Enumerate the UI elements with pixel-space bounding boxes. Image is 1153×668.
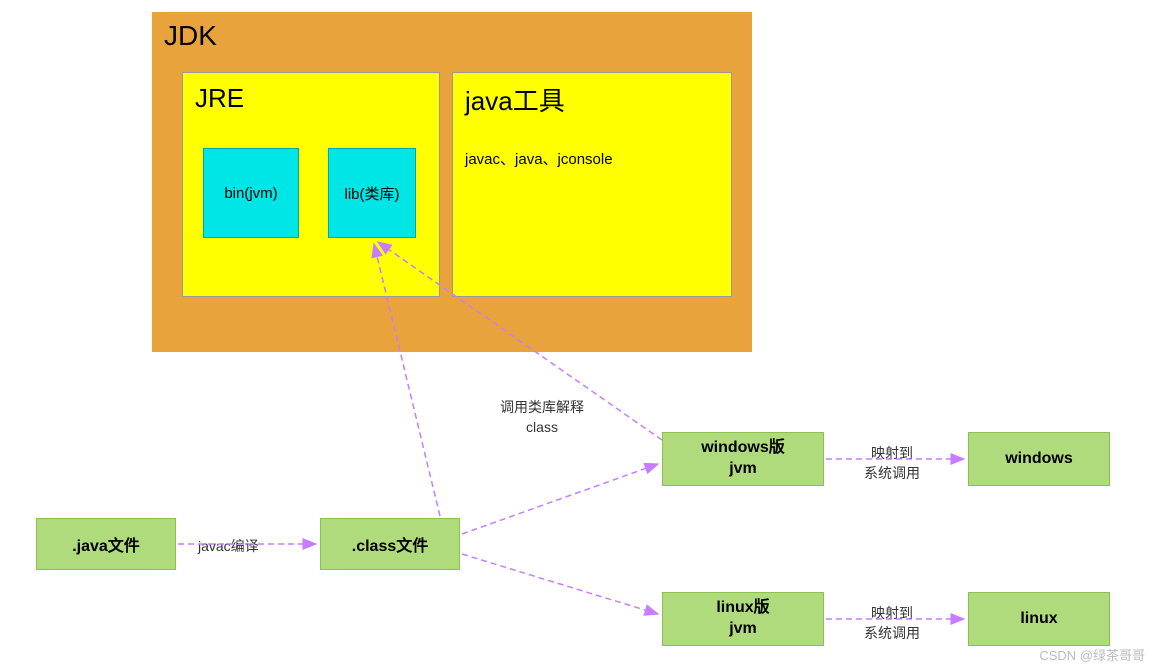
java-tools-container: java工具 javac、java、jconsole — [452, 72, 732, 297]
call-lib-label: 调用类库解释 class — [500, 398, 584, 437]
jre-container: JRE bin(jvm) lib(类库) — [182, 72, 440, 297]
linux-node: linux — [968, 592, 1110, 646]
linux-jvm-l2: jvm — [729, 620, 757, 637]
win-jvm-l2: jvm — [729, 460, 757, 477]
jre-title: JRE — [195, 83, 427, 114]
watermark: CSDN @绿茶哥哥 — [1039, 645, 1145, 664]
win-jvm-l1: windows版 — [701, 439, 785, 456]
jdk-container: JDK JRE bin(jvm) lib(类库) java工具 javac、ja… — [152, 12, 752, 352]
linux-jvm-node: linux版 jvm — [662, 592, 824, 646]
windows-jvm-node: windows版 jvm — [662, 432, 824, 486]
javac-label: javac编译 — [198, 536, 259, 556]
map-win-label: 映射到 系统调用 — [864, 444, 920, 483]
windows-node: windows — [968, 432, 1110, 486]
lib-box: lib(类库) — [328, 148, 416, 238]
class-file-node: .class文件 — [320, 518, 460, 570]
map-linux-label: 映射到 系统调用 — [864, 604, 920, 643]
bin-jvm-box: bin(jvm) — [203, 148, 299, 238]
jdk-title: JDK — [164, 20, 740, 52]
tools-list: javac、java、jconsole — [465, 148, 719, 169]
linux-jvm-l1: linux版 — [716, 599, 769, 616]
java-file-node: .java文件 — [36, 518, 176, 570]
tools-title: java工具 — [465, 81, 719, 118]
